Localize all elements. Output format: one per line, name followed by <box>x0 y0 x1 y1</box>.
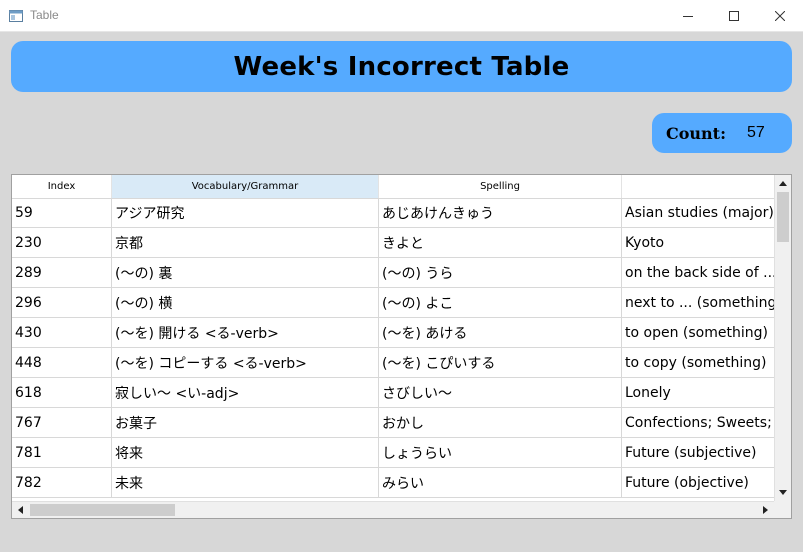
title-bar: Table <box>0 0 803 32</box>
meaning-cell[interactable]: next to ... (something) <box>622 288 774 318</box>
column-header-spelling[interactable]: Spelling <box>379 175 622 198</box>
vertical-scroll-thumb[interactable] <box>777 192 789 242</box>
meaning-cell[interactable]: Future (objective) <box>622 468 774 498</box>
index-cell[interactable]: 782 <box>12 468 112 498</box>
meaning-cell[interactable]: Confections; Sweets; S <box>622 408 774 438</box>
vocabulary-cell[interactable]: お菓子 <box>112 408 379 438</box>
table-row[interactable]: 296 (〜の) 横 (〜の) よこ next to ... (something) <box>12 288 774 318</box>
scroll-up-arrow-icon[interactable] <box>775 175 791 192</box>
vocabulary-cell[interactable]: 未来 <box>112 468 379 498</box>
index-cell[interactable]: 296 <box>12 288 112 318</box>
table-row[interactable]: 781 将来 しょうらい Future (subjective) <box>12 438 774 468</box>
count-box: Count: 57 <box>652 113 792 153</box>
table-row[interactable]: 767 お菓子 おかし Confections; Sweets; S <box>12 408 774 438</box>
meaning-cell[interactable]: Kyoto <box>622 228 774 258</box>
minimize-button[interactable] <box>665 0 711 31</box>
vocabulary-cell[interactable]: 寂しい〜 <い-adj> <box>112 378 379 408</box>
maximize-icon <box>729 10 739 21</box>
close-button[interactable] <box>757 0 803 31</box>
index-cell[interactable]: 230 <box>12 228 112 258</box>
minimize-icon <box>683 15 693 17</box>
vertical-scrollbar[interactable] <box>774 175 791 501</box>
vocabulary-cell[interactable]: (〜の) 横 <box>112 288 379 318</box>
horizontal-scroll-thumb[interactable] <box>30 504 175 516</box>
table-header-row: Index Vocabulary/Grammar Spelling <box>12 175 774 199</box>
header-banner: Week's Incorrect Table <box>11 41 792 92</box>
meaning-cell[interactable]: to open (something) <box>622 318 774 348</box>
meaning-cell[interactable]: Future (subjective) <box>622 438 774 468</box>
spelling-cell[interactable]: (〜の) よこ <box>379 288 622 318</box>
scroll-left-arrow-icon[interactable] <box>12 502 29 518</box>
close-icon <box>775 10 785 21</box>
table-viewport: Index Vocabulary/Grammar Spelling 59 アジア研… <box>12 175 774 501</box>
vocabulary-cell[interactable]: アジア研究 <box>112 198 379 228</box>
index-cell[interactable]: 781 <box>12 438 112 468</box>
page-title: Week's Incorrect Table <box>233 51 570 82</box>
spelling-cell[interactable]: (〜の) うら <box>379 258 622 288</box>
table-row[interactable]: 618 寂しい〜 <い-adj> さびしい〜 Lonely <box>12 378 774 408</box>
index-cell[interactable]: 448 <box>12 348 112 378</box>
index-cell[interactable]: 289 <box>12 258 112 288</box>
table-row[interactable]: 59 アジア研究 あじあけんきゅう Asian studies (major) <box>12 198 774 228</box>
count-value: 57 <box>747 124 765 141</box>
column-header-index[interactable]: Index <box>12 175 112 198</box>
scrollbar-corner <box>774 501 791 518</box>
horizontal-scrollbar[interactable] <box>12 501 774 518</box>
spelling-cell[interactable]: おかし <box>379 408 622 438</box>
spelling-cell[interactable]: (〜を) あける <box>379 318 622 348</box>
window-title: Table <box>30 8 59 22</box>
vocabulary-cell[interactable]: 京都 <box>112 228 379 258</box>
index-cell[interactable]: 618 <box>12 378 112 408</box>
vocabulary-table: Index Vocabulary/Grammar Spelling 59 アジア研… <box>11 174 792 519</box>
spelling-cell[interactable]: みらい <box>379 468 622 498</box>
spelling-cell[interactable]: さびしい〜 <box>379 378 622 408</box>
spelling-cell[interactable]: きよと <box>379 228 622 258</box>
spelling-cell[interactable]: (〜を) こぴいする <box>379 348 622 378</box>
table-row[interactable]: 289 (〜の) 裏 (〜の) うら on the back side of ... … <box>12 258 774 288</box>
app-window-icon <box>9 8 23 22</box>
count-label: Count: <box>666 124 726 143</box>
meaning-cell[interactable]: on the back side of ... ( <box>622 258 774 288</box>
meaning-cell[interactable]: Lonely <box>622 378 774 408</box>
spelling-cell[interactable]: あじあけんきゅう <box>379 198 622 228</box>
vocabulary-cell[interactable]: (〜を) コピーする <る-verb> <box>112 348 379 378</box>
meaning-cell[interactable]: Asian studies (major) <box>622 198 774 228</box>
scroll-down-arrow-icon[interactable] <box>775 484 791 501</box>
index-cell[interactable]: 767 <box>12 408 112 438</box>
column-header-vocabulary[interactable]: Vocabulary/Grammar <box>112 175 379 198</box>
table-row[interactable]: 430 (〜を) 開ける <る-verb> (〜を) あける to open (som… <box>12 318 774 348</box>
maximize-button[interactable] <box>711 0 757 31</box>
column-header-meaning[interactable] <box>622 175 774 198</box>
scroll-right-arrow-icon[interactable] <box>757 502 774 518</box>
vocabulary-cell[interactable]: 将来 <box>112 438 379 468</box>
index-cell[interactable]: 59 <box>12 198 112 228</box>
table-row[interactable]: 782 未来 みらい Future (objective) <box>12 468 774 498</box>
meaning-cell[interactable]: to copy (something) <box>622 348 774 378</box>
vocabulary-cell[interactable]: (〜の) 裏 <box>112 258 379 288</box>
table-row[interactable]: 448 (〜を) コピーする <る-verb> (〜を) こぴいする to copy … <box>12 348 774 378</box>
spelling-cell[interactable]: しょうらい <box>379 438 622 468</box>
index-cell[interactable]: 430 <box>12 318 112 348</box>
table-row[interactable]: 230 京都 きよと Kyoto <box>12 228 774 258</box>
vocabulary-cell[interactable]: (〜を) 開ける <る-verb> <box>112 318 379 348</box>
